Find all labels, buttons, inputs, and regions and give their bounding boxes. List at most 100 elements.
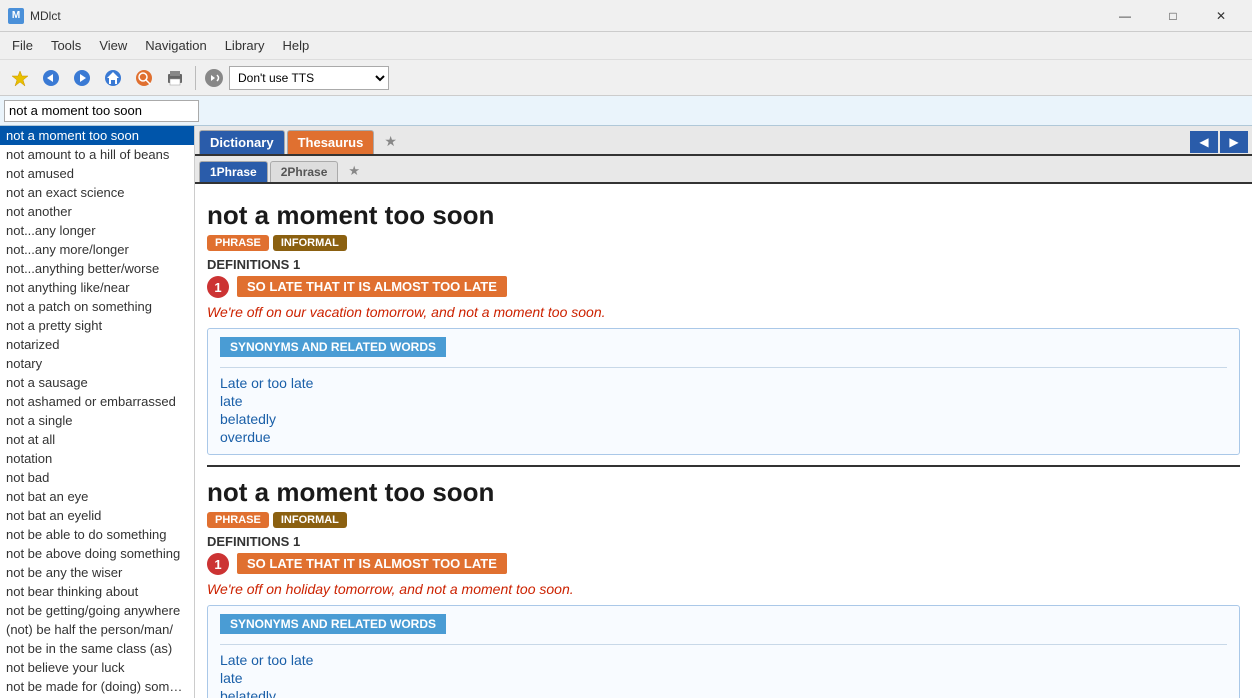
phrase-badge-2: PHRASE [207,512,269,528]
word-item[interactable]: not be made for (doing) something [0,677,194,696]
synonym-item[interactable]: belatedly [220,410,1227,428]
searchbar [0,96,1252,126]
word-item[interactable]: not an exact science [0,183,194,202]
entry-2-example: We're off on holiday tomorrow, and not a… [207,581,1240,597]
tab-phrase2[interactable]: 2Phrase [270,161,339,182]
word-item[interactable]: not...any more/longer [0,240,194,259]
close-button[interactable]: ✕ [1198,0,1244,32]
entry-2-def-row: 1 SO LATE THAT IT IS ALMOST TOO LATE [207,553,1240,575]
window-controls: — □ ✕ [1102,0,1244,32]
synonym-item[interactable]: late [220,392,1227,410]
entry-2-defs-label: DEFINITIONS 1 [207,534,1240,549]
app-title: MDlct [30,9,61,23]
entry-2-synonyms-header: SYNONYMS AND RELATED WORDS [220,614,446,634]
entry-divider [207,465,1240,467]
word-item[interactable]: notary [0,354,194,373]
search-input[interactable] [4,100,199,122]
def-text-2: SO LATE THAT IT IS ALMOST TOO LATE [237,553,507,574]
word-item[interactable]: not bad [0,468,194,487]
word-item[interactable]: not a pretty sight [0,316,194,335]
entry-1-synonyms-box: SYNONYMS AND RELATED WORDS Late or too l… [207,328,1240,455]
tab-dictionary[interactable]: Dictionary [199,130,285,154]
word-item[interactable]: not a moment too soon [0,126,194,145]
entry-1-example: We're off on our vacation tomorrow, and … [207,304,1240,320]
word-item[interactable]: not be above doing something [0,544,194,563]
informal-badge-1: INFORMAL [273,235,347,251]
phrase-badge-1: PHRASE [207,235,269,251]
word-item[interactable]: not...anything better/worse [0,259,194,278]
back-button[interactable] [37,64,65,92]
synonym-item[interactable]: Late or too late [220,374,1227,392]
word-item[interactable]: notation [0,449,194,468]
synonym-item[interactable]: belatedly [220,687,1227,698]
menu-item-tools[interactable]: Tools [43,34,89,57]
def-text-1: SO LATE THAT IT IS ALMOST TOO LATE [237,276,507,297]
word-item[interactable]: not be getting/going anywhere [0,601,194,620]
synonym-item[interactable]: overdue [220,428,1227,446]
word-item[interactable]: not amused [0,164,194,183]
tab-phrase1[interactable]: 1Phrase [199,161,268,182]
word-item[interactable]: not anything like/near [0,278,194,297]
word-item[interactable]: not be in the same class (as) [0,639,194,658]
word-item[interactable]: not a patch on something [0,297,194,316]
word-item[interactable]: not be able to do something [0,525,194,544]
word-item[interactable]: not a single [0,411,194,430]
entry-2-title: not a moment too soon [207,477,1240,508]
word-item[interactable]: not believe your luck [0,658,194,677]
entry-2-badges: PHRASE INFORMAL [207,512,1240,528]
word-item[interactable]: (not) be half the person/man/ [0,620,194,639]
entry-1-synonyms-header: SYNONYMS AND RELATED WORDS [220,337,446,357]
favorites-button[interactable] [6,64,34,92]
entry-2: not a moment too soon PHRASE INFORMAL DE… [207,477,1240,698]
word-item[interactable]: not bat an eye [0,487,194,506]
word-item[interactable]: not bat an eyelid [0,506,194,525]
word-item[interactable]: not ashamed or embarrassed [0,392,194,411]
tts-icon [202,66,226,90]
nav-back-button[interactable]: ◀ [1190,131,1218,153]
tts-selector[interactable]: Don't use TTS [229,66,389,90]
minimize-button[interactable]: — [1102,0,1148,32]
menu-item-file[interactable]: File [4,34,41,57]
search-button[interactable] [130,64,158,92]
synonym-item[interactable]: late [220,669,1227,687]
word-item[interactable]: not be any the wiser [0,563,194,582]
synonym-item[interactable]: Late or too late [220,651,1227,669]
word-list-container: not a moment too soonnot amount to a hil… [0,126,194,698]
left-panel: not a moment too soonnot amount to a hil… [0,126,195,698]
word-item[interactable]: not a sausage [0,373,194,392]
titlebar-left: M MDlct [8,8,61,24]
menubar: FileToolsViewNavigationLibraryHelp [0,32,1252,60]
app-icon: M [8,8,24,24]
word-item[interactable]: notarized [0,335,194,354]
right-panel: Dictionary Thesaurus ★ ◀ ▶ 1Phrase 2Phra… [195,126,1252,698]
def-number-2: 1 [207,553,229,575]
word-item[interactable]: not...any longer [0,221,194,240]
word-item[interactable]: not amount to a hill of beans [0,145,194,164]
menu-item-help[interactable]: Help [274,34,317,57]
print-button[interactable] [161,64,189,92]
toolbar-separator [195,66,196,90]
menu-item-library[interactable]: Library [217,34,273,57]
forward-button[interactable] [68,64,96,92]
menu-item-view[interactable]: View [91,34,135,57]
entry-1-defs-label: DEFINITIONS 1 [207,257,1240,272]
word-item[interactable]: not bear thinking about [0,582,194,601]
entry-1-def-row: 1 SO LATE THAT IT IS ALMOST TOO LATE [207,276,1240,298]
main-area: not a moment too soonnot amount to a hil… [0,126,1252,698]
menu-item-navigation[interactable]: Navigation [137,34,214,57]
entry-2-synonyms-box: SYNONYMS AND RELATED WORDS Late or too l… [207,605,1240,698]
word-list: not a moment too soonnot amount to a hil… [0,126,194,698]
entry-1-badges: PHRASE INFORMAL [207,235,1240,251]
phrase-star-icon[interactable]: ★ [340,160,368,182]
toolbar: Don't use TTS [0,60,1252,96]
tab-thesaurus[interactable]: Thesaurus [287,130,375,154]
word-item[interactable]: not another [0,202,194,221]
tts-dropdown[interactable]: Don't use TTS [229,66,389,90]
home-button[interactable] [99,64,127,92]
content-area[interactable]: not a moment too soon PHRASE INFORMAL DE… [195,184,1252,698]
maximize-button[interactable]: □ [1150,0,1196,32]
word-item[interactable]: not at all [0,430,194,449]
entry-1: not a moment too soon PHRASE INFORMAL DE… [207,200,1240,455]
tab-star-icon[interactable]: ★ [376,129,405,154]
nav-forward-button[interactable]: ▶ [1220,131,1248,153]
